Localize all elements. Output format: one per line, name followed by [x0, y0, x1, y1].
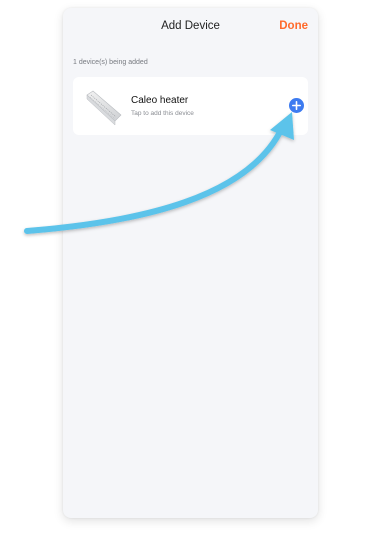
nav-header: Add Device Done: [63, 8, 318, 46]
device-card[interactable]: Caleo heater Tap to add this device: [73, 77, 308, 135]
done-button[interactable]: Done: [279, 20, 308, 32]
devices-count-label: 1 device(s) being added: [73, 59, 148, 66]
screenshot-stage: Add Device Done 1 device(s) being added: [0, 0, 379, 541]
phone-screen: Add Device Done 1 device(s) being added: [63, 8, 318, 518]
device-subtitle: Tap to add this device: [131, 110, 194, 117]
heater-panel-image: [83, 85, 123, 127]
device-name: Caleo heater: [131, 95, 189, 106]
plus-icon: [289, 98, 304, 113]
add-device-button[interactable]: [289, 98, 304, 113]
